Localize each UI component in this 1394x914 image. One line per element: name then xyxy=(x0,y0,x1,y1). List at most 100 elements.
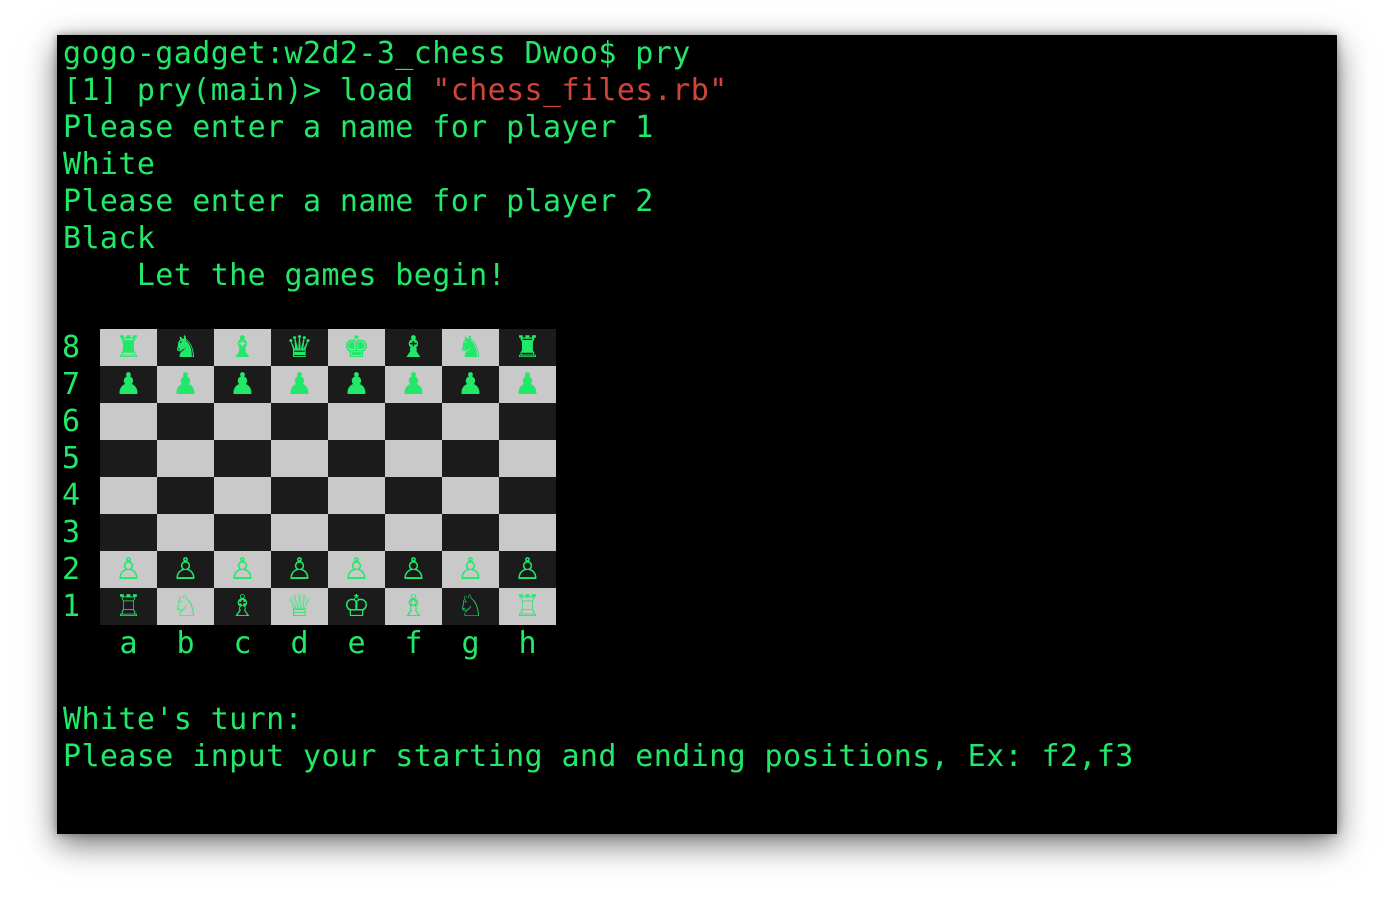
square-g5 xyxy=(442,440,499,477)
square-a7: ♟ xyxy=(100,366,157,403)
rank-label: 2 xyxy=(62,552,81,587)
square-a4 xyxy=(100,477,157,514)
square-b7: ♟ xyxy=(157,366,214,403)
terminal-window[interactable]: gogo-gadget:w2d2-3_chess Dwoo$ pry [1] p… xyxy=(57,35,1337,834)
square-h3 xyxy=(499,514,556,551)
square-a8: ♜ xyxy=(100,329,157,366)
square-f4 xyxy=(385,477,442,514)
file-label: b xyxy=(176,626,195,661)
square-h7: ♟ xyxy=(499,366,556,403)
square-d1: ♕ xyxy=(271,588,328,625)
square-c6 xyxy=(214,403,271,440)
square-d4 xyxy=(271,477,328,514)
square-e4 xyxy=(328,477,385,514)
board-rank-row: ♟ ♟ ♟ ♟ ♟ ♟ ♟ ♟ xyxy=(100,366,556,403)
square-f5 xyxy=(385,440,442,477)
square-a2: ♙ xyxy=(100,551,157,588)
square-b4 xyxy=(157,477,214,514)
square-c7: ♟ xyxy=(214,366,271,403)
shell-command-line: gogo-gadget:w2d2-3_chess Dwoo$ pry xyxy=(63,36,691,71)
square-f7: ♟ xyxy=(385,366,442,403)
square-e1: ♔ xyxy=(328,588,385,625)
square-d6 xyxy=(271,403,328,440)
square-h8: ♜ xyxy=(499,329,556,366)
square-a6 xyxy=(100,403,157,440)
rank-label: 6 xyxy=(62,404,81,439)
player2-name: Black xyxy=(63,221,156,256)
square-g4 xyxy=(442,477,499,514)
square-f8: ♝ xyxy=(385,329,442,366)
square-g7: ♟ xyxy=(442,366,499,403)
square-d2: ♙ xyxy=(271,551,328,588)
square-d5 xyxy=(271,440,328,477)
board-rank-row xyxy=(100,514,556,551)
square-c1: ♗ xyxy=(214,588,271,625)
square-b3 xyxy=(157,514,214,551)
file-label: a xyxy=(119,626,138,661)
file-label: c xyxy=(233,626,252,661)
square-a1: ♖ xyxy=(100,588,157,625)
file-label: h xyxy=(518,626,537,661)
rank-label: 5 xyxy=(62,441,81,476)
square-c5 xyxy=(214,440,271,477)
square-d7: ♟ xyxy=(271,366,328,403)
square-b5 xyxy=(157,440,214,477)
file-label: f xyxy=(404,626,423,661)
square-e5 xyxy=(328,440,385,477)
square-d8: ♛ xyxy=(271,329,328,366)
board-rank-row xyxy=(100,477,556,514)
board-rank-row: ♜ ♞ ♝ ♛ ♚ ♝ ♞ ♜ xyxy=(100,329,556,366)
square-c8: ♝ xyxy=(214,329,271,366)
rank-label: 8 xyxy=(62,330,81,365)
square-b6 xyxy=(157,403,214,440)
square-h1: ♖ xyxy=(499,588,556,625)
file-label: e xyxy=(347,626,366,661)
game-start-message: Let the games begin! xyxy=(63,258,507,293)
square-f2: ♙ xyxy=(385,551,442,588)
board-rank-row: ♖ ♘ ♗ ♕ ♔ ♗ ♘ ♖ xyxy=(100,588,556,625)
turn-indicator: White's turn: xyxy=(63,702,303,737)
square-b2: ♙ xyxy=(157,551,214,588)
square-h5 xyxy=(499,440,556,477)
square-a3 xyxy=(100,514,157,551)
square-g8: ♞ xyxy=(442,329,499,366)
square-h6 xyxy=(499,403,556,440)
square-c3 xyxy=(214,514,271,551)
player2-prompt: Please enter a name for player 2 xyxy=(63,184,654,219)
move-input-prompt[interactable]: Please input your starting and ending po… xyxy=(63,738,1134,775)
square-a5 xyxy=(100,440,157,477)
rank-label: 4 xyxy=(62,478,81,513)
board-rank-row xyxy=(100,403,556,440)
chess-board: ♜ ♞ ♝ ♛ ♚ ♝ ♞ ♜ ♟ ♟ ♟ ♟ ♟ ♟ ♟ ♟ ♙ ♙ ♙ ♙ ♙ ♙ ♙ ♙ ♖ ♘ ♗ ♕ ♔ ♗ ♘ ♖ xyxy=(100,329,556,625)
square-c4 xyxy=(214,477,271,514)
file-label: g xyxy=(461,626,480,661)
rank-label: 3 xyxy=(62,515,81,550)
square-c2: ♙ xyxy=(214,551,271,588)
square-e2: ♙ xyxy=(328,551,385,588)
square-e6 xyxy=(328,403,385,440)
square-g3 xyxy=(442,514,499,551)
square-b1: ♘ xyxy=(157,588,214,625)
file-label: d xyxy=(290,626,309,661)
square-e8: ♚ xyxy=(328,329,385,366)
rank-label: 7 xyxy=(62,367,81,402)
square-f1: ♗ xyxy=(385,588,442,625)
load-filename-string: "chess_files.rb" xyxy=(432,73,728,108)
board-rank-row: ♙ ♙ ♙ ♙ ♙ ♙ ♙ ♙ xyxy=(100,551,556,588)
pry-load-line: [1] pry(main)> load "chess_files.rb" xyxy=(63,72,728,109)
square-e7: ♟ xyxy=(328,366,385,403)
player1-prompt: Please enter a name for player 1 xyxy=(63,110,654,145)
square-e3 xyxy=(328,514,385,551)
player1-name: White xyxy=(63,147,156,182)
square-b8: ♞ xyxy=(157,329,214,366)
square-h2: ♙ xyxy=(499,551,556,588)
square-f6 xyxy=(385,403,442,440)
square-d3 xyxy=(271,514,328,551)
rank-label: 1 xyxy=(62,589,81,624)
square-f3 xyxy=(385,514,442,551)
square-g6 xyxy=(442,403,499,440)
square-h4 xyxy=(499,477,556,514)
square-g2: ♙ xyxy=(442,551,499,588)
square-g1: ♘ xyxy=(442,588,499,625)
board-rank-row xyxy=(100,440,556,477)
